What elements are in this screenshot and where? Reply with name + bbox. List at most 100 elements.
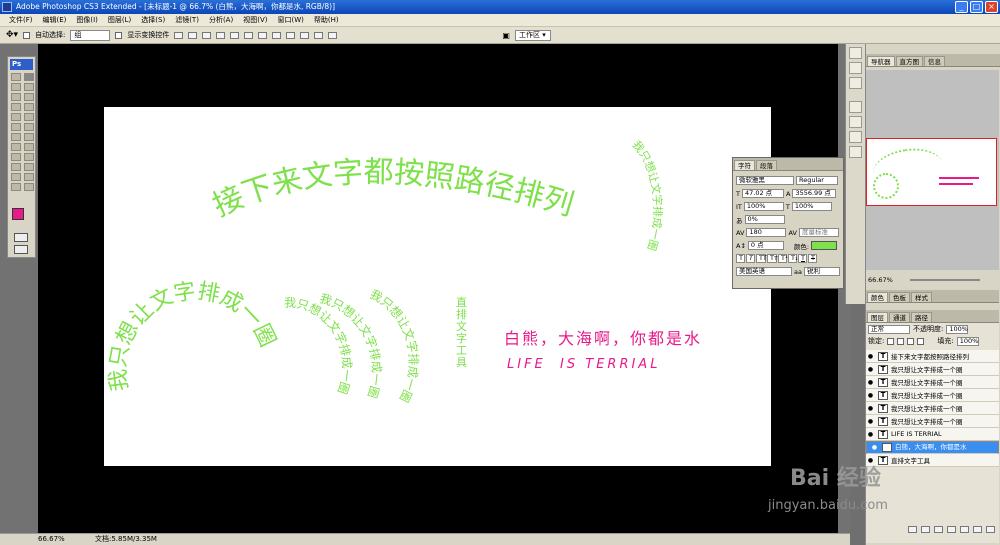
new-layer-icon[interactable] [973, 525, 982, 533]
tab-histogram[interactable]: 直方图 [895, 56, 923, 66]
tab-character[interactable]: 字符 [734, 160, 755, 170]
path-select-tool-icon[interactable] [11, 153, 21, 161]
lock-position-icon[interactable] [907, 337, 915, 345]
menu-analysis[interactable]: 分析(A) [209, 15, 233, 25]
dock-brushes-icon[interactable] [849, 101, 862, 113]
layer-row[interactable]: ● T 我只想让文字排成一个圈 [866, 376, 999, 389]
menu-layer[interactable]: 图层(L) [108, 15, 131, 25]
superscript-button[interactable]: T¹ [778, 254, 788, 263]
faux-italic-button[interactable]: T [746, 254, 755, 263]
eye-icon[interactable]: ● [866, 353, 875, 360]
eye-icon[interactable]: ● [866, 366, 875, 373]
eye-icon[interactable]: ● [866, 392, 875, 399]
eraser-tool-icon[interactable] [11, 123, 21, 131]
layer-row[interactable]: ● T LIFE IS TERRIAL [866, 428, 999, 441]
layer-row[interactable]: ● T 我只想让文字排成一个圈 [866, 389, 999, 402]
baseline-shift-field[interactable]: 0 点 [747, 241, 784, 250]
layer-row[interactable]: ● T 接下来文字都按照路径排列 [866, 350, 999, 363]
dock-clone-source-icon[interactable] [849, 116, 862, 128]
distribute-top-icon[interactable] [258, 31, 268, 39]
brush-tool-icon[interactable] [24, 103, 34, 111]
3d-camera-tool-icon[interactable] [24, 163, 34, 171]
status-zoom[interactable]: 66.67% [38, 534, 65, 545]
align-bottom-icon[interactable] [202, 31, 212, 39]
eye-icon[interactable]: ● [866, 431, 875, 438]
align-left-icon[interactable] [216, 31, 226, 39]
align-hcenter-icon[interactable] [230, 31, 240, 39]
auto-select-dropdown[interactable]: 组 [70, 29, 111, 41]
history-brush-tool-icon[interactable] [24, 113, 34, 121]
menu-edit[interactable]: 编辑(E) [43, 15, 67, 25]
eye-icon[interactable]: ● [866, 418, 875, 425]
distribute-hcenter-icon[interactable] [314, 31, 324, 39]
anti-alias-dropdown[interactable]: 锐利 [803, 267, 840, 276]
distribute-bottom-icon[interactable] [286, 31, 296, 39]
close-button[interactable]: × [985, 1, 998, 13]
align-vcenter-icon[interactable] [188, 31, 198, 39]
maximize-button[interactable]: □ [970, 1, 983, 13]
align-top-icon[interactable] [174, 31, 184, 39]
tab-layers[interactable]: 图层 [867, 312, 888, 322]
fill-field[interactable]: 100% [956, 336, 979, 346]
distribute-left-icon[interactable] [300, 31, 310, 39]
menu-filter[interactable]: 滤镜(T) [175, 15, 199, 25]
distribute-right-icon[interactable] [328, 31, 338, 39]
tsume-field[interactable]: 0% [744, 215, 785, 224]
eyedropper-tool-icon[interactable] [24, 173, 34, 181]
layer-row[interactable]: ● T 我只想让文字排成一个圈 [866, 363, 999, 376]
tab-navigator[interactable]: 导航器 [867, 56, 895, 66]
link-layers-icon[interactable] [908, 525, 917, 533]
tab-swatches[interactable]: 色板 [889, 292, 910, 302]
zoom-tool-icon[interactable] [24, 183, 34, 191]
opacity-field[interactable]: 100% [946, 324, 969, 334]
underline-button[interactable]: T [798, 254, 807, 263]
tab-paths[interactable]: 路径 [911, 312, 932, 322]
magic-wand-tool-icon[interactable] [24, 83, 34, 91]
dock-paragraph-icon[interactable] [849, 146, 862, 158]
menu-select[interactable]: 选择(S) [141, 15, 165, 25]
tracking-field[interactable]: 180 [746, 228, 787, 237]
minimize-button[interactable]: _ [955, 1, 968, 13]
language-dropdown[interactable]: 美国英语 [736, 267, 792, 276]
blur-tool-icon[interactable] [11, 133, 21, 141]
new-group-icon[interactable] [960, 525, 969, 533]
layer-row[interactable]: ● T 我只想让文字排成一个圈 [866, 402, 999, 415]
lock-all-icon[interactable] [917, 337, 925, 345]
menu-window[interactable]: 窗口(W) [277, 15, 303, 25]
status-doc-size[interactable]: 文档:5.85M/3.35M [95, 534, 157, 545]
healing-tool-icon[interactable] [11, 103, 21, 111]
marquee-tool-icon[interactable] [11, 73, 21, 81]
layer-row[interactable]: ● T 我只想让文字排成一个圈 [866, 415, 999, 428]
tab-styles[interactable]: 样式 [911, 292, 932, 302]
menu-image[interactable]: 图像(I) [76, 15, 98, 25]
lock-transparent-icon[interactable] [887, 337, 895, 345]
slice-tool-icon[interactable] [24, 93, 34, 101]
dock-character-icon[interactable] [849, 131, 862, 143]
pen-tool-icon[interactable] [11, 143, 21, 151]
notes-tool-icon[interactable] [11, 173, 21, 181]
font-family-field[interactable]: 微软雅黑 [736, 176, 794, 185]
layer-mask-icon[interactable] [934, 525, 943, 533]
layer-row[interactable]: ● T 白熊，大海啊，你都是水 [866, 441, 999, 454]
canvas[interactable]: 接下来文字都按照路径排列 我只想让文字排成一圈 我只想让文字排成一圈 我只想让文… [104, 107, 771, 466]
blend-mode-dropdown[interactable]: 正常 [868, 324, 910, 334]
quick-mask-icon[interactable] [14, 233, 28, 242]
lasso-tool-icon[interactable] [11, 83, 21, 91]
type-tool-icon[interactable] [24, 143, 34, 151]
menu-file[interactable]: 文件(F) [9, 15, 33, 25]
tab-paragraph[interactable]: 段落 [756, 160, 777, 170]
screen-mode-icon[interactable] [14, 245, 28, 254]
leading-field[interactable]: 3556.99 点 [792, 189, 837, 198]
trash-icon[interactable] [986, 525, 995, 533]
horizontal-scale-field[interactable]: 100% [791, 202, 832, 211]
move-tool-icon[interactable]: ✥▾ [6, 30, 18, 40]
faux-bold-button[interactable]: T [736, 254, 745, 263]
file-browser-icon[interactable]: ▣ [502, 31, 510, 40]
move-tool-icon[interactable] [24, 73, 34, 81]
font-style-field[interactable]: Regular [796, 176, 838, 185]
show-transform-checkbox[interactable] [115, 31, 123, 39]
tab-info[interactable]: 信息 [924, 56, 945, 66]
menu-help[interactable]: 帮助(H) [314, 15, 339, 25]
dock-actions-icon[interactable] [849, 62, 862, 74]
align-right-icon[interactable] [244, 31, 254, 39]
